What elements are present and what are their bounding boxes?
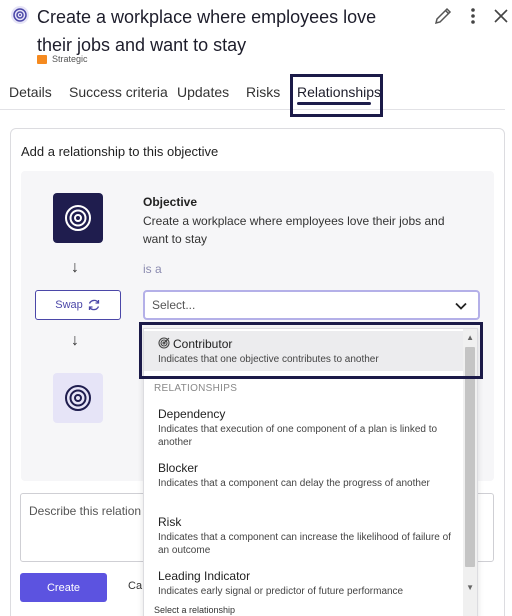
option-leading-indicator[interactable]: Leading Indicator Indicates early signal…	[144, 569, 464, 598]
dropdown-hint: Select a relationship	[154, 605, 236, 615]
swap-icon	[88, 299, 99, 311]
option-dependency[interactable]: Dependency Indicates that execution of o…	[144, 407, 464, 449]
cancel-button[interactable]: Ca	[128, 580, 142, 592]
swap-button[interactable]: Swap	[35, 290, 121, 320]
option-title: Risk	[158, 515, 182, 529]
objective-text: Create a workplace where employees love …	[143, 214, 445, 246]
option-desc: Indicates that a component can increase …	[158, 532, 451, 556]
option-title: Leading Indicator	[158, 569, 251, 583]
tab-success-criteria[interactable]: Success criteria	[69, 84, 168, 100]
target-objective-icon	[53, 373, 103, 423]
header: Create a workplace where employees love …	[0, 0, 512, 72]
tab-focus-ring	[290, 74, 383, 117]
badge-color-swatch	[37, 54, 47, 64]
objective-label: Objective	[143, 195, 198, 209]
option-desc: Indicates that a component can delay the…	[158, 478, 430, 489]
status-badge: Strategic	[37, 54, 88, 64]
is-a-label: is a	[143, 262, 162, 276]
option-desc: Indicates that execution of one componen…	[158, 424, 438, 448]
close-icon[interactable]	[489, 4, 512, 28]
card-heading: Add a relationship to this objective	[21, 144, 219, 159]
create-button[interactable]: Create	[20, 573, 107, 602]
option-focus-ring	[139, 322, 483, 379]
scrollbar-thumb[interactable]	[465, 347, 475, 567]
tab-updates[interactable]: Updates	[177, 84, 229, 100]
relationship-select[interactable]: Select...	[143, 290, 480, 320]
option-title: Dependency	[158, 407, 226, 421]
section-header: RELATIONSHIPS	[154, 383, 238, 394]
edit-icon[interactable]	[431, 4, 455, 28]
tab-details[interactable]: Details	[9, 84, 52, 100]
option-desc: Indicates early signal or predictor of f…	[158, 586, 404, 597]
scroll-down-icon[interactable]: ▼	[466, 583, 474, 592]
target-icon	[10, 5, 30, 25]
tab-bar: Details Success criteria Updates Risks R…	[0, 80, 505, 110]
page-title: Create a workplace where employees love …	[37, 7, 377, 55]
option-title: Blocker	[158, 461, 199, 475]
chevron-down-icon	[455, 302, 467, 310]
create-label: Create	[46, 581, 81, 594]
more-options-icon[interactable]	[461, 4, 485, 28]
source-objective-icon	[53, 193, 103, 243]
description-placeholder: Describe this relation	[29, 504, 142, 518]
swap-label: Swap	[55, 299, 83, 311]
arrow-down-icon: ↓	[71, 259, 79, 276]
arrow-down-icon: ↓	[71, 332, 79, 349]
option-risk[interactable]: Risk Indicates that a component can incr…	[144, 515, 464, 557]
badge-label: Strategic	[52, 54, 88, 64]
tab-risks[interactable]: Risks	[246, 84, 280, 100]
option-blocker[interactable]: Blocker Indicates that a component can d…	[144, 461, 464, 490]
select-placeholder: Select...	[152, 298, 196, 312]
